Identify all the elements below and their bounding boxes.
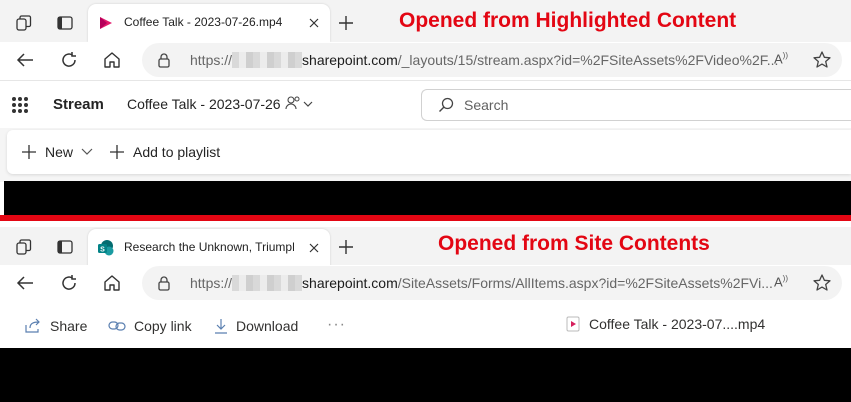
search-icon [439, 97, 454, 112]
share-button[interactable]: Share [24, 316, 87, 336]
video-title: Coffee Talk - 2023-07-26 [127, 96, 281, 112]
read-aloud-icon[interactable]: A)) [774, 51, 794, 69]
command-bar-card: New Add to playlist [7, 130, 851, 174]
redacted-domain [232, 275, 303, 291]
tab-title: Research the Unknown, Triumph [124, 240, 294, 254]
lock-icon [158, 276, 170, 291]
shared-people-chevron-icon[interactable] [285, 95, 315, 113]
home-icon[interactable] [100, 48, 124, 72]
home-icon[interactable] [100, 271, 124, 295]
redacted-domain [232, 52, 303, 68]
bottom-address-bar: https:// sharepoint.com/SiteAssets/Forms/… [0, 265, 851, 301]
chevron-down-icon [81, 148, 93, 155]
red-divider [0, 215, 851, 221]
annotation-bottom: Opened from Site Contents [438, 232, 710, 255]
url-path: /_layouts/15/stream.aspx?id=%2FSiteAsset… [397, 52, 779, 68]
new-label: New [45, 144, 74, 160]
file-name-label: Coffee Talk - 2023-07....mp4 [565, 316, 765, 332]
back-icon[interactable] [13, 271, 37, 295]
browser-tab-stream[interactable]: Coffee Talk - 2023-07-26.mp4 [88, 4, 330, 42]
add-to-playlist-label: Add to playlist [133, 144, 221, 160]
search-input[interactable]: Search [421, 89, 851, 121]
svg-text:S: S [100, 247, 105, 254]
new-tab-icon[interactable] [334, 235, 358, 259]
favorite-star-icon[interactable] [812, 273, 832, 293]
favorite-star-icon[interactable] [812, 50, 832, 70]
new-tab-icon[interactable] [334, 11, 358, 35]
share-label: Share [50, 318, 88, 334]
tab-actions-icon[interactable] [53, 235, 77, 259]
copy-link-label: Copy link [134, 318, 192, 334]
download-icon [215, 319, 227, 334]
video-player-top[interactable] [4, 181, 851, 217]
top-address-bar: https:// sharepoint.com/_layouts/15/strea… [0, 42, 851, 78]
refresh-icon[interactable] [57, 48, 81, 72]
plus-icon [110, 145, 124, 159]
back-icon[interactable] [13, 48, 37, 72]
stream-app-title[interactable]: Stream [53, 96, 104, 113]
workspaces-icon[interactable] [12, 11, 36, 35]
close-tab-icon[interactable] [305, 239, 323, 257]
url-scheme: https:// [190, 52, 233, 68]
bottom-tab-bar: S Research the Unknown, Triumph Opened f… [0, 227, 851, 269]
app-launcher-icon[interactable] [12, 97, 28, 113]
url-host: sharepoint.com [302, 275, 398, 291]
tab-actions-icon[interactable] [53, 11, 77, 35]
download-label: Download [236, 318, 299, 334]
more-options-icon[interactable]: ··· [327, 316, 346, 334]
video-file-icon [566, 316, 580, 332]
stream-favicon-icon [100, 17, 112, 29]
video-player-bottom[interactable] [0, 348, 851, 402]
top-tab-bar: Coffee Talk - 2023-07-26.mp4 Opened from… [0, 0, 851, 42]
stream-header: Stream Coffee Talk - 2023-07-26 Search [0, 80, 851, 128]
share-icon [25, 318, 40, 333]
search-placeholder: Search [464, 97, 509, 113]
close-tab-icon[interactable] [305, 14, 323, 32]
sharepoint-favicon-icon: S [98, 240, 114, 256]
workspaces-icon[interactable] [12, 235, 36, 259]
browser-tab-sharepoint[interactable]: S Research the Unknown, Triumph [88, 229, 330, 267]
stream-command-bar: New Add to playlist [0, 128, 851, 182]
lock-icon [158, 53, 170, 68]
url-field[interactable]: https:// sharepoint.com/SiteAssets/Forms/… [142, 266, 842, 300]
sharepoint-file-toolbar: Share Copy link Download ··· Coffee Talk… [0, 304, 851, 348]
file-name: Coffee Talk - 2023-07....mp4 [589, 316, 766, 332]
tab-title: Coffee Talk - 2023-07-26.mp4 [124, 15, 283, 29]
plus-icon [22, 145, 36, 159]
copy-link-button[interactable]: Copy link [108, 316, 192, 336]
url-field[interactable]: https:// sharepoint.com/_layouts/15/strea… [142, 43, 842, 77]
new-button[interactable]: New [21, 141, 93, 163]
url-host: sharepoint.com [302, 52, 398, 68]
link-icon [108, 321, 126, 331]
url-scheme: https:// [190, 275, 233, 291]
annotation-top: Opened from Highlighted Content [399, 9, 737, 32]
url-path: /SiteAssets/Forms/AllItems.aspx?id=%2FSi… [397, 275, 773, 291]
add-to-playlist-button[interactable]: Add to playlist [109, 141, 220, 163]
read-aloud-icon[interactable]: A)) [774, 274, 794, 292]
refresh-icon[interactable] [57, 271, 81, 295]
download-button[interactable]: Download [214, 316, 298, 336]
